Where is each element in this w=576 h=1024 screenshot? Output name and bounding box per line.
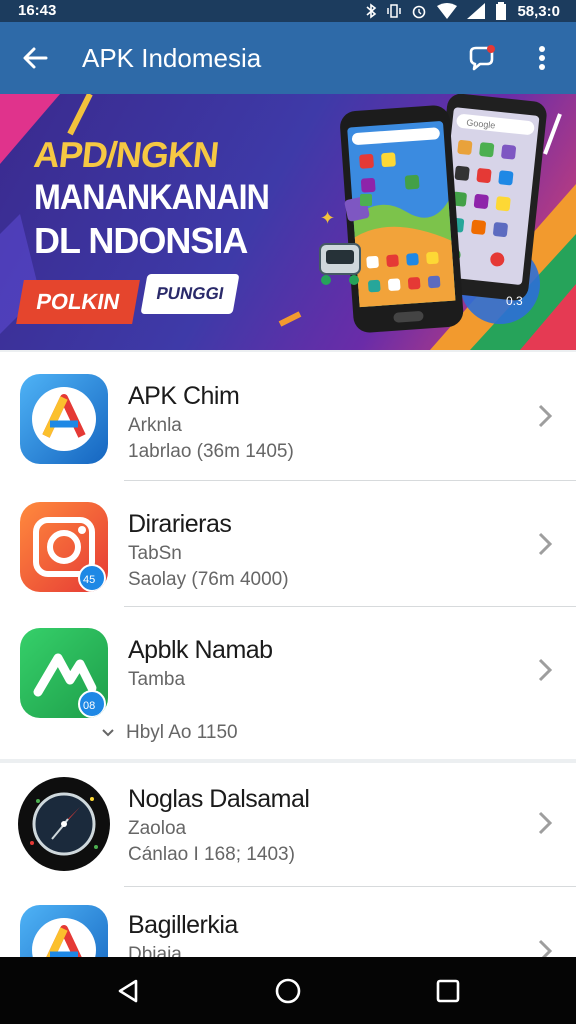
chevron-right-icon[interactable] xyxy=(536,530,554,558)
camera-app-icon: 45 xyxy=(20,502,108,592)
app-category: Dbiaia xyxy=(128,944,182,957)
status-text: 58,3:0 xyxy=(517,2,560,20)
app-bar: APK Indomesia xyxy=(0,22,576,94)
app-badge: 45 xyxy=(83,574,95,586)
page-title: APK Indomesia xyxy=(82,43,262,73)
phones-illustration: Google xyxy=(319,94,547,333)
app-name: Apblk Namab xyxy=(128,636,273,664)
signal-icon xyxy=(467,3,486,19)
app-category: Zaoloa xyxy=(128,818,187,839)
banner-badge-primary[interactable]: POLKIN xyxy=(16,280,140,324)
app-detail: 1abrlao (36m 1405) xyxy=(128,441,294,462)
chevron-down-icon xyxy=(102,729,114,737)
app-list-card: Noglas Dalsamal Zaoloa Cánlao I 168; 140… xyxy=(0,763,576,957)
green-app-icon: 08 xyxy=(20,628,108,718)
list-item[interactable]: 45 Dirarieras TabSn Saolay (76m 4000) xyxy=(0,480,576,606)
app-category: Tamba xyxy=(128,669,186,690)
system-nav-bar xyxy=(0,957,576,1024)
battery-icon xyxy=(496,2,507,20)
banner-line-3: DL NDONSIA xyxy=(34,220,248,261)
app-name: APK Chim xyxy=(128,382,240,410)
alarm-icon xyxy=(413,5,426,19)
recents-square-icon[interactable] xyxy=(434,977,462,1005)
compass-icon xyxy=(18,777,110,871)
promo-banner[interactable]: ✦ APD/NGKN MANANKANAIN DL NDONSIA POLKIN… xyxy=(0,94,576,350)
arrow-left-icon[interactable] xyxy=(20,42,52,74)
apk-store-icon xyxy=(20,374,108,464)
app-list-card: APK Chim Arknla 1abrlao (36m 1405) 45 Di… xyxy=(0,352,576,759)
app-name: Noglas Dalsamal xyxy=(128,785,310,813)
expand-row[interactable]: Hbyl Ao 1150 xyxy=(100,718,238,748)
app-name: Dirarieras xyxy=(128,510,232,538)
chat-bubble-icon[interactable] xyxy=(466,44,496,74)
banner-line-2: MANANKANAIN xyxy=(34,178,270,217)
app-detail: Saolay (76m 4000) xyxy=(128,569,289,590)
banner-line-1: APD/NGKN xyxy=(31,134,221,175)
status-time: 16:43 xyxy=(18,2,57,19)
app-category: Arknla xyxy=(128,415,182,436)
list-item[interactable]: 08 Apblk Namab Tamba xyxy=(0,606,576,732)
list-item[interactable]: Bagillerkia Dbiaia xyxy=(0,887,576,957)
apk-store-icon xyxy=(20,905,108,957)
app-category: TabSn xyxy=(128,543,182,564)
chevron-right-icon[interactable] xyxy=(536,656,554,684)
back-triangle-icon[interactable] xyxy=(114,977,142,1005)
list-item[interactable]: APK Chim Arknla 1abrlao (36m 1405) xyxy=(0,352,576,478)
bluetooth-icon xyxy=(366,3,377,19)
home-circle-icon[interactable] xyxy=(274,977,302,1005)
chevron-right-icon[interactable] xyxy=(536,809,554,837)
vibrate-icon xyxy=(387,4,402,18)
banner-badge-secondary[interactable]: PUNGGI xyxy=(140,274,240,314)
app-name: Bagillerkia xyxy=(128,911,238,939)
wifi-icon xyxy=(437,3,458,19)
chevron-right-icon[interactable] xyxy=(536,402,554,430)
status-icons: 58,3:0 xyxy=(365,2,560,20)
chevron-right-icon[interactable] xyxy=(536,937,554,957)
app-badge: 08 xyxy=(83,700,95,712)
expand-label: Hbyl Ao 1150 xyxy=(126,722,238,743)
list-item[interactable]: Noglas Dalsamal Zaoloa Cánlao I 168; 140… xyxy=(0,763,576,889)
banner-corner-label: 0.3 xyxy=(506,294,523,308)
app-detail: Cánlao I 168; 1403) xyxy=(128,844,295,865)
more-vert-icon[interactable] xyxy=(532,42,552,74)
status-bar: 16:43 58,3:0 xyxy=(0,0,576,22)
